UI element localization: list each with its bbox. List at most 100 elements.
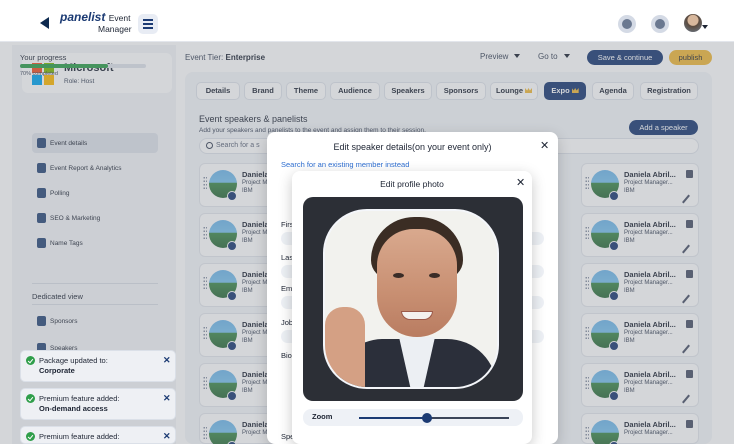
drag-handle-icon[interactable] — [585, 176, 589, 190]
speaker-card[interactable]: Daniela Abril... Project Manager... IBM — [581, 163, 699, 207]
drag-handle-icon[interactable] — [203, 426, 207, 440]
speaker-card[interactable]: Daniela Abril... Project Manager... — [581, 413, 699, 444]
chat-icon[interactable] — [618, 15, 636, 33]
speaker-role: Project Manager... — [624, 330, 673, 336]
speaker-company: IBM — [624, 288, 635, 294]
crop-frame[interactable] — [323, 209, 499, 389]
sidebar-item-label: Sponsors — [50, 317, 78, 325]
drag-handle-icon[interactable] — [585, 276, 589, 290]
camera-icon[interactable] — [609, 291, 619, 301]
close-icon[interactable]: ✕ — [163, 393, 171, 403]
camera-icon[interactable] — [609, 241, 619, 251]
pencil-icon[interactable] — [682, 194, 690, 204]
user-avatar[interactable] — [684, 14, 702, 32]
close-icon[interactable]: ✕ — [163, 431, 171, 441]
logo-brand: panelist — [60, 10, 106, 24]
trash-icon[interactable] — [686, 370, 693, 378]
camera-icon[interactable] — [609, 191, 619, 201]
speaker-role: Project M — [242, 180, 268, 186]
camera-icon[interactable] — [227, 341, 237, 351]
speaker-card[interactable]: Daniela Abril... Project Manager... IBM — [581, 213, 699, 257]
speaker-role: Project Manager... — [624, 280, 673, 286]
drag-handle-icon[interactable] — [203, 326, 207, 340]
pencil-icon[interactable] — [682, 344, 690, 354]
search-existing-member-link[interactable]: Search for an existing member instead — [281, 160, 409, 169]
close-icon[interactable]: ✕ — [516, 176, 525, 189]
close-icon[interactable]: ✕ — [163, 355, 171, 365]
goto-label: Go to — [538, 52, 558, 61]
speaker-name: Daniela — [242, 420, 269, 429]
speaker-role: Project M — [242, 280, 268, 286]
sidebar-item-seo-marketing[interactable]: SEO & Marketing — [32, 208, 158, 228]
trash-icon[interactable] — [686, 320, 693, 328]
tab-theme[interactable]: Theme — [286, 82, 326, 100]
zoom-slider[interactable] — [359, 413, 509, 423]
sidebar-item-label: Event Report & Analytics — [50, 164, 122, 172]
tab-details[interactable]: Details — [196, 82, 240, 100]
progress-text: 70% completed — [20, 71, 58, 77]
email-label: Em — [281, 284, 293, 293]
marketing-icon — [37, 213, 46, 223]
check-circle-icon — [26, 356, 35, 365]
notification-bell-icon[interactable] — [651, 15, 669, 33]
camera-icon[interactable] — [227, 241, 237, 251]
drag-handle-icon[interactable] — [585, 376, 589, 390]
tab-registration[interactable]: Registration — [640, 82, 698, 100]
sidebar-item-report-analytics[interactable]: Event Report & Analytics — [32, 158, 158, 178]
trash-icon[interactable] — [686, 170, 693, 178]
add-speaker-button[interactable]: Add a speaker — [629, 120, 698, 135]
tab-brand[interactable]: Brand — [244, 82, 282, 100]
drag-handle-icon[interactable] — [585, 226, 589, 240]
speaker-card[interactable]: Daniela Abril... Project Manager... IBM — [581, 263, 699, 307]
camera-icon[interactable] — [609, 341, 619, 351]
trash-icon[interactable] — [686, 220, 693, 228]
camera-icon[interactable] — [227, 191, 237, 201]
trash-icon[interactable] — [686, 270, 693, 278]
camera-icon[interactable] — [609, 391, 619, 401]
close-icon[interactable]: ✕ — [540, 139, 549, 152]
pencil-icon[interactable] — [682, 394, 690, 404]
sidebar-item-event-details[interactable]: Event details — [32, 133, 158, 153]
preview-dropdown[interactable]: Preview — [480, 52, 521, 61]
sidebar-item-sponsors[interactable]: Sponsors — [32, 311, 158, 331]
speaker-name: Daniela — [242, 320, 269, 329]
tab-agenda[interactable]: Agenda — [592, 82, 634, 100]
goto-dropdown[interactable]: Go to — [538, 52, 570, 61]
tab-label: Sponsors — [443, 86, 479, 95]
drag-handle-icon[interactable] — [585, 426, 589, 440]
tab-speakers[interactable]: Speakers — [384, 82, 432, 100]
sidebar-item-name-tags[interactable]: Name Tags — [32, 233, 158, 253]
speaker-card[interactable]: Daniela Abril... Project Manager... IBM — [581, 313, 699, 357]
save-continue-button[interactable]: Save & continue — [587, 50, 663, 65]
progress-fill — [20, 64, 109, 68]
chevron-down-icon — [563, 54, 570, 58]
trash-icon[interactable] — [686, 420, 693, 428]
toast-notification: Premium feature added: ✕ — [20, 426, 176, 444]
pencil-icon[interactable] — [682, 244, 690, 254]
tab-sponsors[interactable]: Sponsors — [436, 82, 486, 100]
toast-text: Premium feature added: — [39, 394, 120, 403]
speaker-card[interactable]: Daniela Abril... Project Manager... IBM — [581, 363, 699, 407]
publish-button[interactable]: publish — [669, 50, 712, 65]
drag-handle-icon[interactable] — [585, 326, 589, 340]
drag-handle-icon[interactable] — [203, 376, 207, 390]
camera-icon[interactable] — [227, 291, 237, 301]
tab-audience[interactable]: Audience — [330, 82, 380, 100]
speaker-name: Daniela — [242, 370, 269, 379]
drag-handle-icon[interactable] — [203, 276, 207, 290]
progress-label: Your progress — [20, 53, 67, 62]
zoom-control: Zoom — [303, 409, 523, 426]
back-arrow-icon[interactable] — [40, 17, 49, 29]
toast-notification: Package updated to: Corporate ✕ — [20, 350, 176, 382]
zoom-slider-handle[interactable] — [421, 413, 432, 423]
photo-crop-area[interactable] — [303, 197, 523, 401]
drag-handle-icon[interactable] — [203, 226, 207, 240]
pencil-icon[interactable] — [682, 294, 690, 304]
camera-icon[interactable] — [227, 391, 237, 401]
sidebar-item-polling[interactable]: Polling — [32, 183, 158, 203]
drag-handle-icon[interactable] — [203, 176, 207, 190]
tab-lounge[interactable]: Lounge — [490, 82, 538, 100]
tab-expo[interactable]: Expo — [544, 82, 586, 100]
avatar-chevron-down-icon[interactable] — [702, 25, 708, 29]
hamburger-menu-icon[interactable] — [138, 14, 158, 34]
